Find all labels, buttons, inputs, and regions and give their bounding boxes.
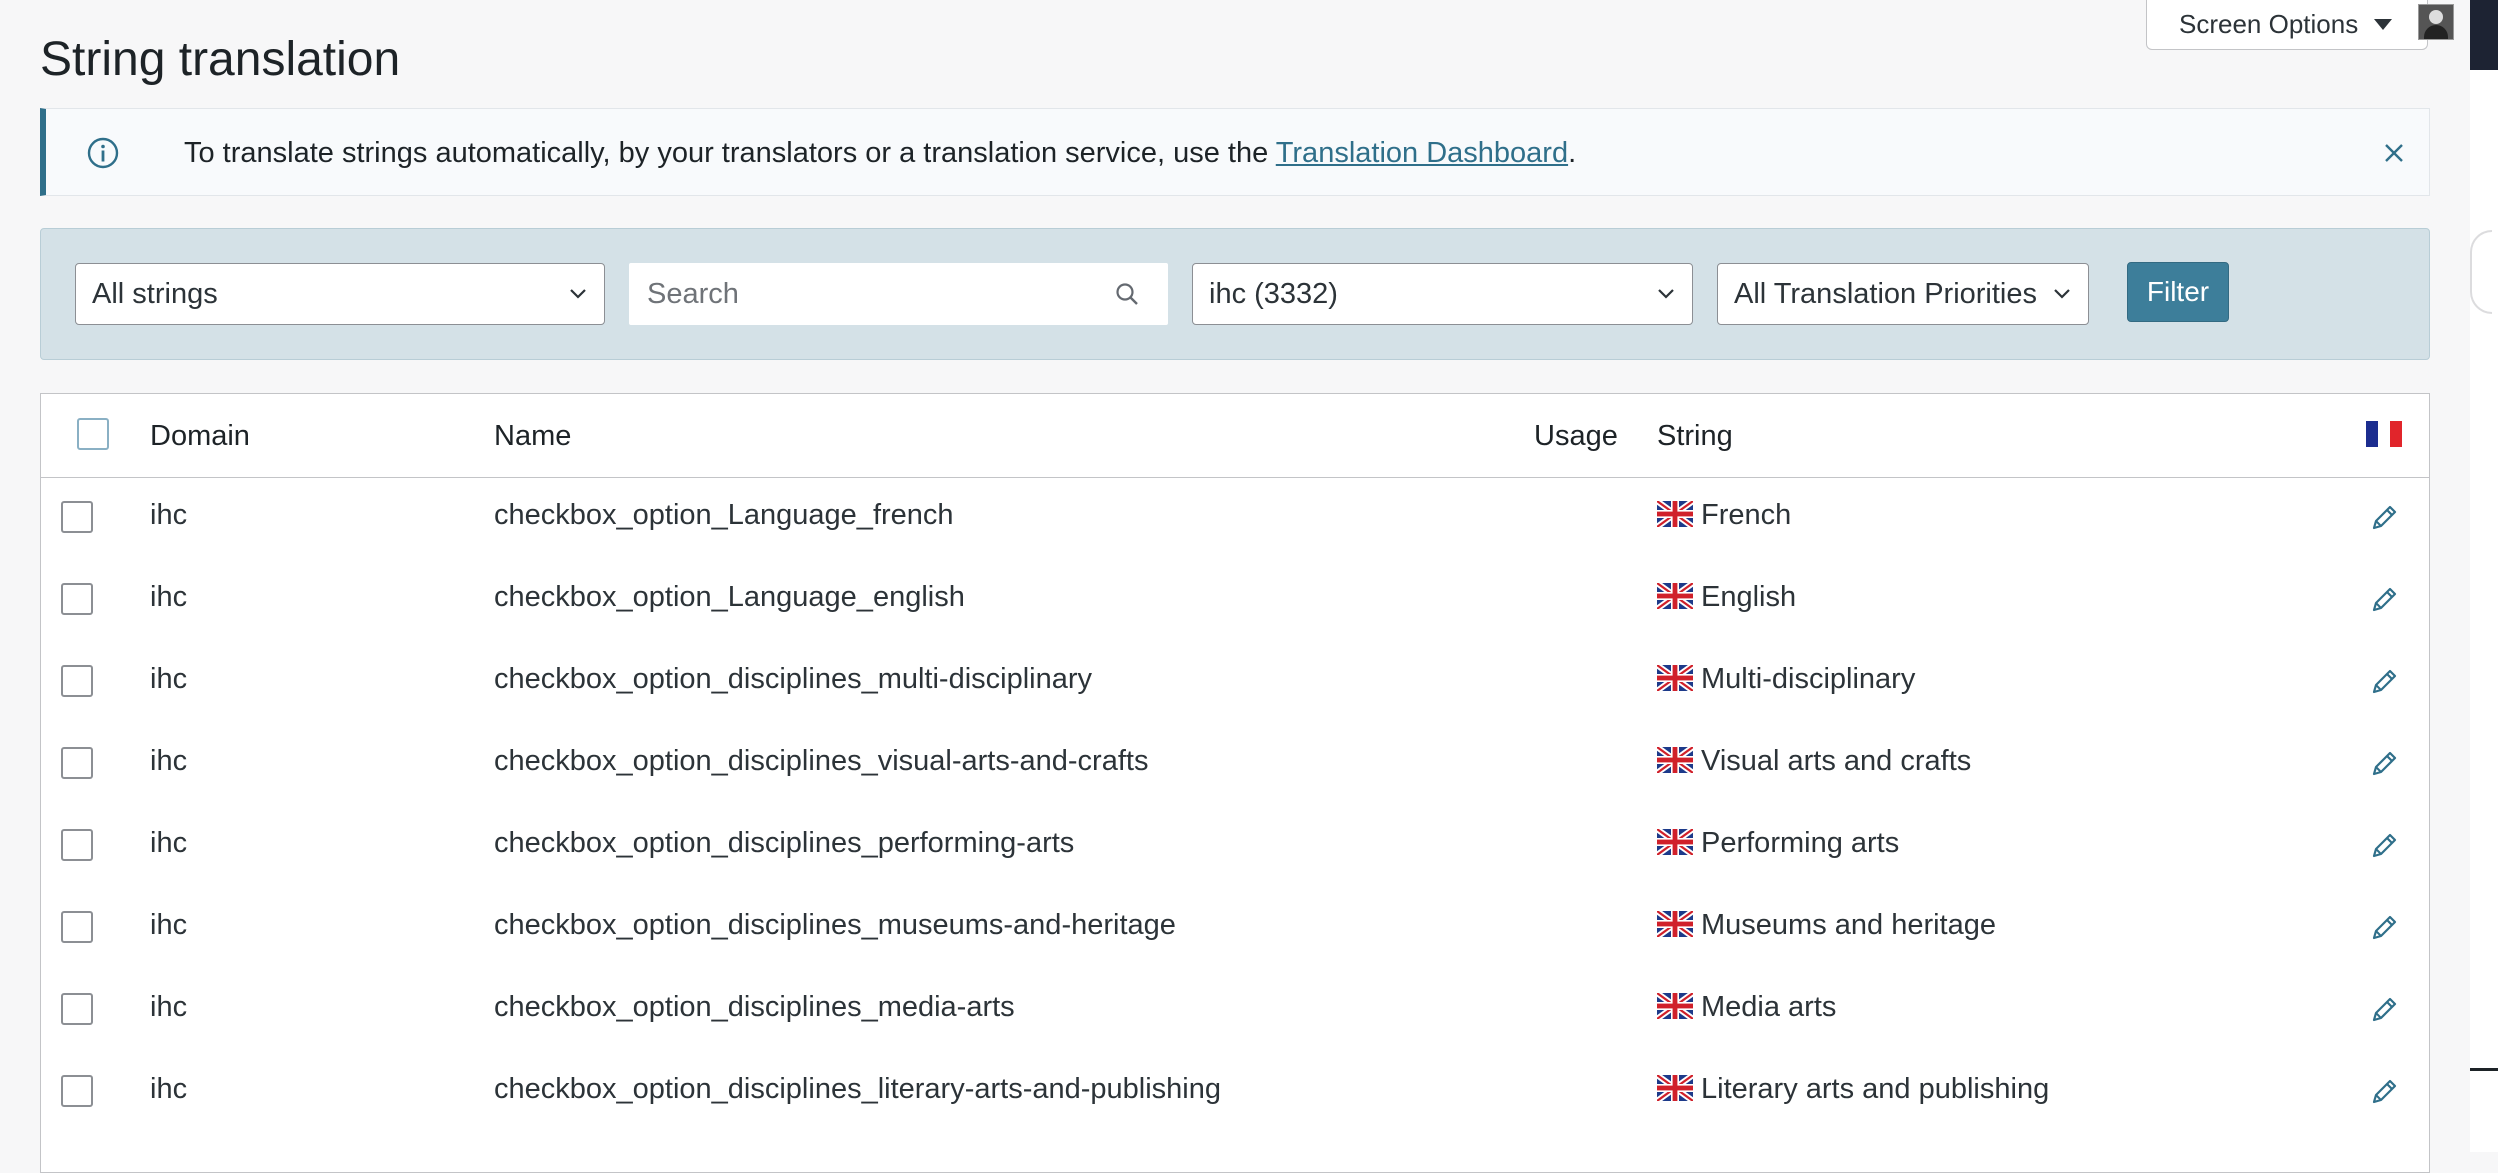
row-checkbox[interactable] <box>61 501 93 533</box>
notice-text: To translate strings automatically, by y… <box>184 137 1276 169</box>
flag-uk-icon <box>1655 498 1695 530</box>
row-domain: ihc <box>150 991 188 1023</box>
row-name: checkbox_option_Language_english <box>494 581 965 613</box>
flag-uk-icon <box>1655 580 1695 612</box>
table-row: ihc checkbox_option_disciplines_museums-a… <box>41 887 2429 969</box>
right-edge-curve <box>2470 230 2492 314</box>
right-edge-tick <box>2470 1068 2498 1071</box>
row-string: Multi-disciplinary <box>1701 663 1916 695</box>
pencil-icon[interactable] <box>2367 747 2401 781</box>
avatar[interactable] <box>2418 4 2454 40</box>
row-name: checkbox_option_Language_french <box>494 499 954 531</box>
table-header: Domain Name Usage String <box>41 394 2429 478</box>
row-name: checkbox_option_disciplines_museums-and-… <box>494 909 1176 941</box>
row-domain: ihc <box>150 499 188 531</box>
pencil-icon[interactable] <box>2367 665 2401 699</box>
table-row: ihc checkbox_option_disciplines_visual-ar… <box>41 723 2429 805</box>
row-checkbox[interactable] <box>61 583 93 615</box>
right-edge-dark-block <box>2470 0 2498 70</box>
column-name[interactable]: Name <box>494 420 571 453</box>
table-row: ihc checkbox_option_disciplines_media-art… <box>41 969 2429 1051</box>
table-row: ihc checkbox_option_disciplines_literary-… <box>41 1051 2429 1133</box>
row-checkbox[interactable] <box>61 1075 93 1107</box>
table-row: ihc checkbox_option_disciplines_performin… <box>41 805 2429 887</box>
search-input[interactable] <box>629 263 1168 325</box>
info-icon <box>87 137 119 169</box>
caret-down-icon <box>2374 19 2393 30</box>
page-title: String translation <box>40 33 401 86</box>
search-box <box>629 263 1168 325</box>
flag-uk-icon <box>1655 826 1695 858</box>
notice-message: To translate strings automatically, by y… <box>184 137 1576 170</box>
row-name: checkbox_option_disciplines_media-arts <box>494 991 1015 1023</box>
row-checkbox[interactable] <box>61 993 93 1025</box>
row-name: checkbox_option_disciplines_performing-a… <box>494 827 1075 859</box>
pencil-icon[interactable] <box>2367 583 2401 617</box>
chevron-down-icon <box>2054 289 2070 299</box>
row-string: Visual arts and crafts <box>1701 745 1972 777</box>
strings-table: Domain Name Usage String ihc checkbox_opt… <box>40 393 2430 1173</box>
row-checkbox[interactable] <box>61 829 93 861</box>
notice-text-end: . <box>1568 137 1577 169</box>
row-checkbox[interactable] <box>61 747 93 779</box>
row-name: checkbox_option_disciplines_literary-art… <box>494 1073 1222 1105</box>
row-domain: ihc <box>150 1073 188 1105</box>
column-string[interactable]: String <box>1657 420 1733 453</box>
flag-uk-icon <box>1655 1072 1695 1104</box>
row-string: Performing arts <box>1701 827 1900 859</box>
pencil-icon[interactable] <box>2367 501 2401 535</box>
string-status-select[interactable]: All strings <box>75 263 605 325</box>
row-string: Literary arts and publishing <box>1701 1073 2050 1105</box>
row-checkbox[interactable] <box>61 911 93 943</box>
row-domain: ihc <box>150 581 188 613</box>
table-row: ihc checkbox_option_disciplines_multi-dis… <box>41 641 2429 723</box>
domain-select-value: ihc (3332) <box>1209 277 1338 310</box>
screen-options-button[interactable]: Screen Options <box>2146 0 2428 50</box>
chevron-down-icon <box>1658 289 1674 299</box>
translation-dashboard-link[interactable]: Translation Dashboard <box>1276 137 1568 169</box>
select-all-checkbox[interactable] <box>77 418 109 450</box>
row-string: French <box>1701 499 1792 531</box>
row-name: checkbox_option_disciplines_visual-arts-… <box>494 745 1149 777</box>
close-icon[interactable] <box>2376 135 2412 171</box>
pencil-icon[interactable] <box>2367 829 2401 863</box>
chevron-down-icon <box>570 289 586 299</box>
filter-bar: All strings ihc (3332) All Translation P… <box>40 228 2430 360</box>
row-string: Media arts <box>1701 991 1837 1023</box>
pencil-icon[interactable] <box>2367 911 2401 945</box>
notice-banner: To translate strings automatically, by y… <box>40 108 2430 196</box>
priority-select-value: All Translation Priorities <box>1734 277 2037 310</box>
row-domain: ihc <box>150 745 188 777</box>
right-edge-panel <box>2470 0 2498 1152</box>
row-domain: ihc <box>150 909 188 941</box>
flag-uk-icon <box>1655 662 1695 694</box>
row-string: English <box>1701 581 1797 613</box>
row-string: Museums and heritage <box>1701 909 1996 941</box>
pencil-icon[interactable] <box>2367 993 2401 1027</box>
filter-button[interactable]: Filter <box>2127 262 2229 322</box>
row-checkbox[interactable] <box>61 665 93 697</box>
column-usage: Usage <box>1534 420 1618 452</box>
flag-uk-icon <box>1655 908 1695 940</box>
flag-france-icon <box>2366 421 2402 447</box>
flag-uk-icon <box>1655 990 1695 1022</box>
row-domain: ihc <box>150 827 188 859</box>
flag-uk-icon <box>1655 744 1695 776</box>
row-name: checkbox_option_disciplines_multi-discip… <box>494 663 1093 695</box>
table-row: ihc checkbox_option_Language_english Engli… <box>41 559 2429 641</box>
column-domain[interactable]: Domain <box>150 420 250 453</box>
string-status-value: All strings <box>92 277 218 310</box>
screen-options-label: Screen Options <box>2179 9 2359 39</box>
pencil-icon[interactable] <box>2367 1075 2401 1109</box>
priority-select[interactable]: All Translation Priorities <box>1717 263 2089 325</box>
search-icon[interactable] <box>1114 281 1140 307</box>
row-domain: ihc <box>150 663 188 695</box>
domain-select[interactable]: ihc (3332) <box>1192 263 1693 325</box>
table-row: ihc checkbox_option_Language_french French <box>41 477 2429 559</box>
